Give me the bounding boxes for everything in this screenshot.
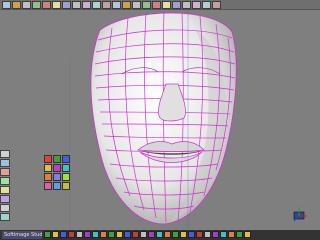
palette-b-icon[interactable] bbox=[53, 155, 61, 163]
palette-i-icon[interactable] bbox=[62, 173, 70, 181]
b26-icon[interactable] bbox=[244, 231, 251, 238]
b17-icon[interactable] bbox=[172, 231, 179, 238]
b2-icon[interactable] bbox=[52, 231, 59, 238]
b1-icon[interactable] bbox=[44, 231, 51, 238]
palette-k-icon[interactable] bbox=[53, 182, 61, 190]
b5-icon[interactable] bbox=[76, 231, 83, 238]
b12-icon[interactable] bbox=[132, 231, 139, 238]
b6-icon[interactable] bbox=[84, 231, 91, 238]
axis-gizmo bbox=[293, 207, 307, 222]
b21-icon[interactable] bbox=[204, 231, 211, 238]
tool-4-icon[interactable] bbox=[0, 177, 10, 185]
palette-a-icon[interactable] bbox=[44, 155, 52, 163]
b11-icon[interactable] bbox=[124, 231, 131, 238]
tool-palette bbox=[44, 155, 70, 201]
palette-e-icon[interactable] bbox=[53, 164, 61, 172]
tool-6-icon[interactable] bbox=[0, 195, 10, 203]
palette-f-icon[interactable] bbox=[62, 164, 70, 172]
palette-d-icon[interactable] bbox=[44, 164, 52, 172]
taskbar-app-button[interactable]: Softimage Studio bbox=[2, 231, 42, 239]
taskbar: Softimage Studio bbox=[0, 230, 320, 240]
palette-j-icon[interactable] bbox=[44, 182, 52, 190]
palette-g-icon[interactable] bbox=[44, 173, 52, 181]
b8-icon[interactable] bbox=[100, 231, 107, 238]
palette-l-icon[interactable] bbox=[62, 182, 70, 190]
mask-model[interactable] bbox=[0, 0, 320, 240]
palette-h-icon[interactable] bbox=[53, 173, 61, 181]
left-toolbar bbox=[0, 150, 11, 230]
tool-2-icon[interactable] bbox=[0, 159, 10, 167]
b7-icon[interactable] bbox=[92, 231, 99, 238]
tool-3-icon[interactable] bbox=[0, 168, 10, 176]
b3-icon[interactable] bbox=[60, 231, 67, 238]
b23-icon[interactable] bbox=[220, 231, 227, 238]
b4-icon[interactable] bbox=[68, 231, 75, 238]
b24-icon[interactable] bbox=[228, 231, 235, 238]
b14-icon[interactable] bbox=[148, 231, 155, 238]
tool-5-icon[interactable] bbox=[0, 186, 10, 194]
b15-icon[interactable] bbox=[156, 231, 163, 238]
b22-icon[interactable] bbox=[212, 231, 219, 238]
b10-icon[interactable] bbox=[116, 231, 123, 238]
b13-icon[interactable] bbox=[140, 231, 147, 238]
b9-icon[interactable] bbox=[108, 231, 115, 238]
tool-8-icon[interactable] bbox=[0, 213, 10, 221]
b25-icon[interactable] bbox=[236, 231, 243, 238]
tool-7-icon[interactable] bbox=[0, 204, 10, 212]
b20-icon[interactable] bbox=[196, 231, 203, 238]
b16-icon[interactable] bbox=[164, 231, 171, 238]
tool-1-icon[interactable] bbox=[0, 150, 10, 158]
taskbar-icons bbox=[44, 231, 251, 239]
palette-c-icon[interactable] bbox=[62, 155, 70, 163]
b19-icon[interactable] bbox=[188, 231, 195, 238]
b18-icon[interactable] bbox=[180, 231, 187, 238]
